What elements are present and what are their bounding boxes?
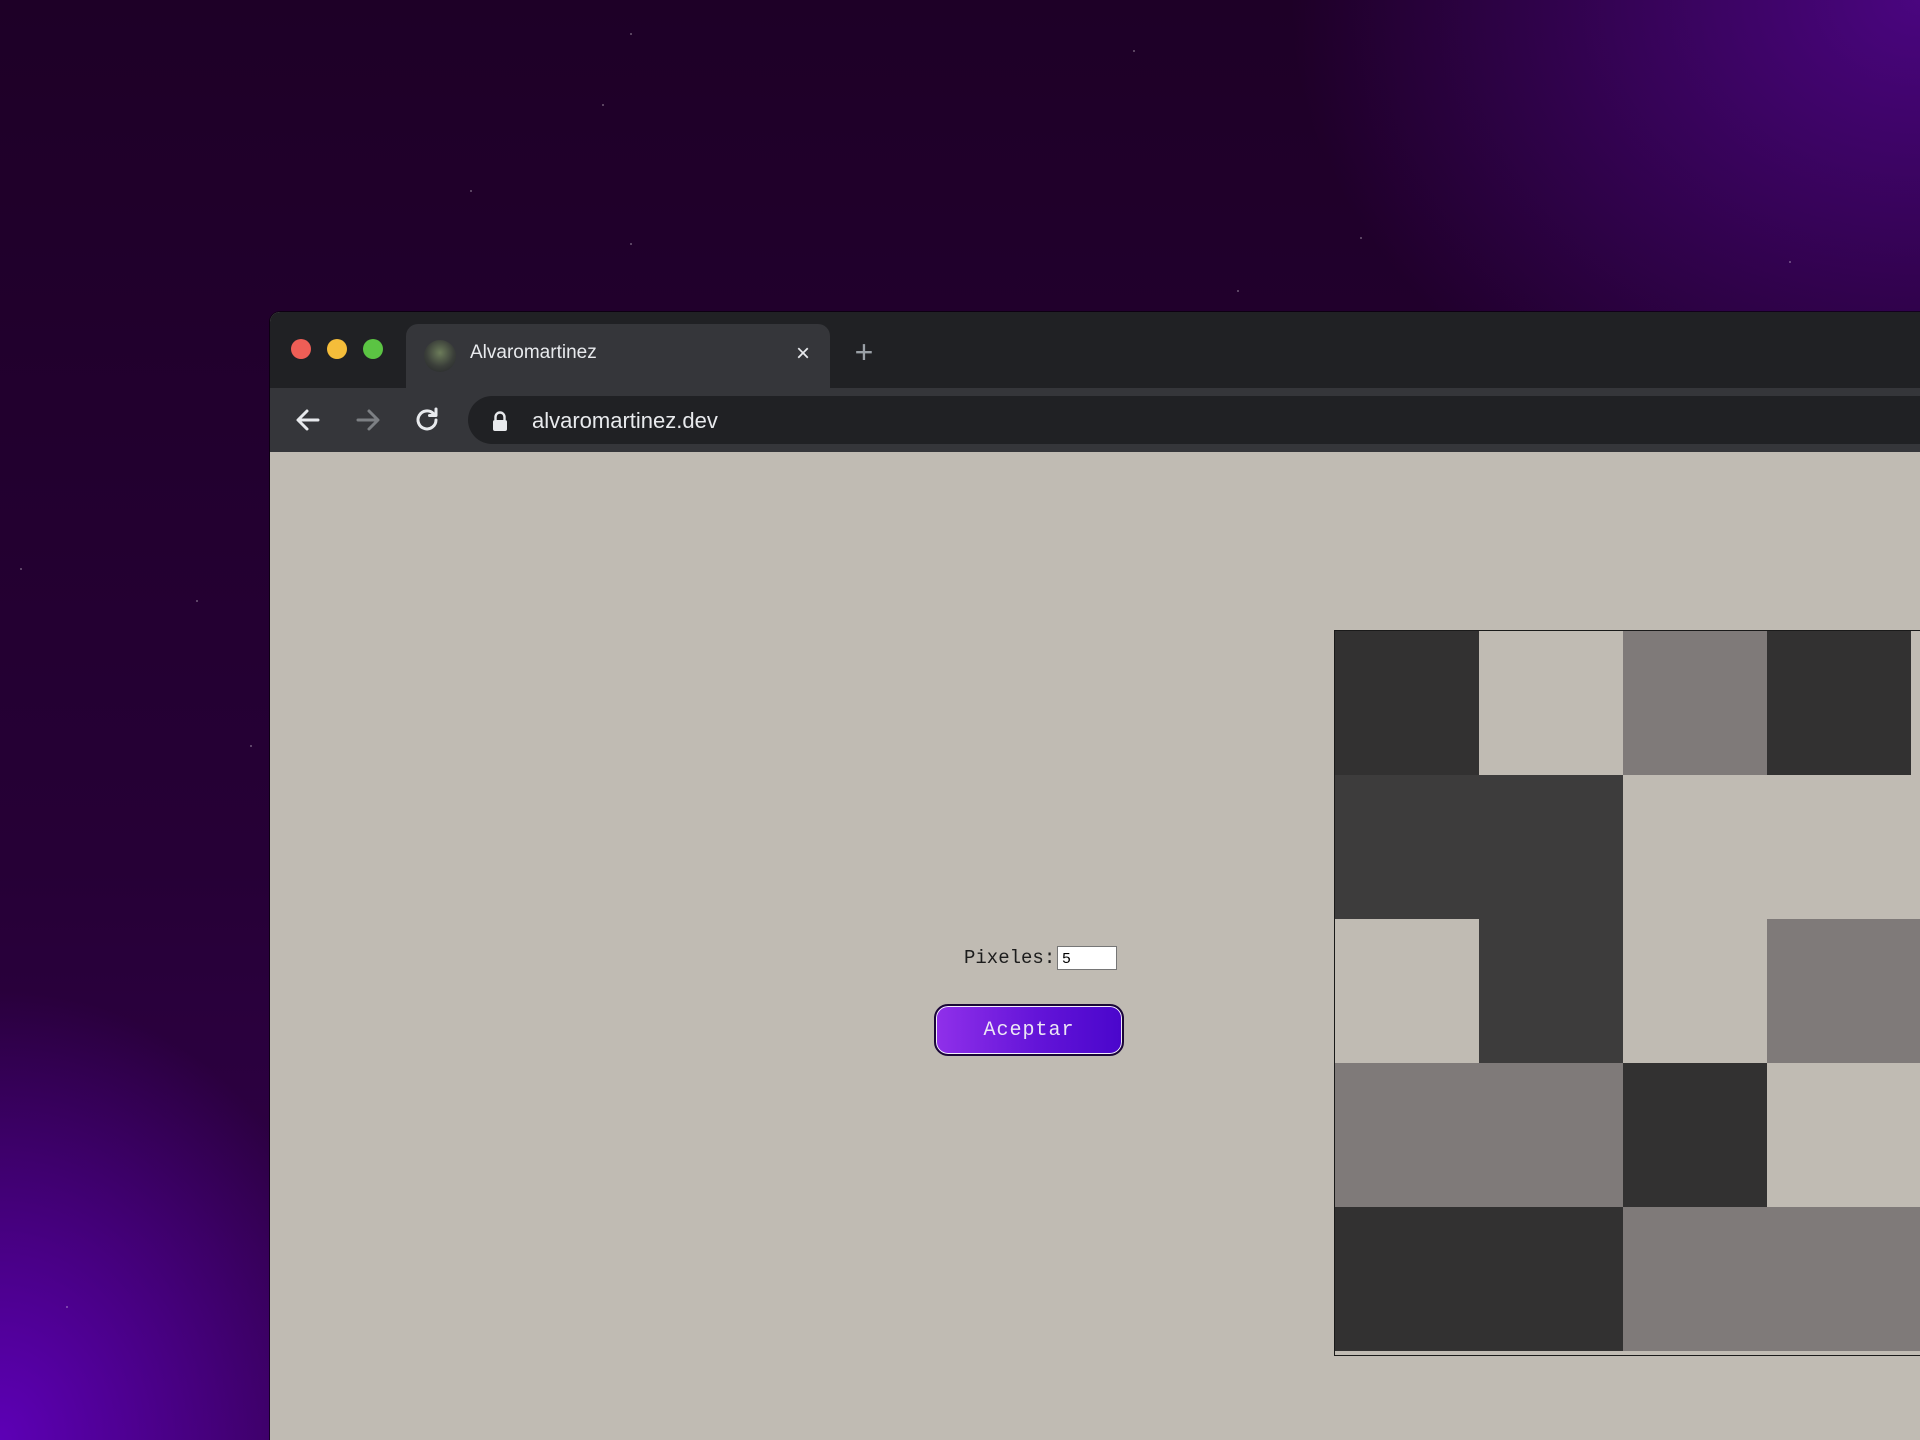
pixel-cell[interactable] xyxy=(1479,631,1623,775)
forward-arrow-icon[interactable] xyxy=(348,400,388,440)
pixels-input[interactable] xyxy=(1057,946,1118,970)
pixel-cell[interactable] xyxy=(1479,775,1623,919)
pixel-cell[interactable] xyxy=(1479,1207,1623,1351)
close-window-button[interactable] xyxy=(291,339,311,359)
pixel-cell[interactable] xyxy=(1335,631,1479,775)
new-tab-button[interactable]: + xyxy=(844,332,884,372)
browser-titlebar: Alvaromartinez × + xyxy=(270,312,1920,388)
pixel-canvas[interactable] xyxy=(1334,630,1920,1356)
maximize-window-button[interactable] xyxy=(363,339,383,359)
pixel-cell[interactable] xyxy=(1623,775,1767,919)
pixel-cell[interactable] xyxy=(1911,631,1920,775)
address-url[interactable]: alvaromartinez.dev xyxy=(532,408,718,434)
minimize-window-button[interactable] xyxy=(327,339,347,359)
pixels-label: Pixeles: xyxy=(964,947,1056,969)
pixel-cell[interactable] xyxy=(1911,1207,1920,1351)
tab-title: Alvaromartinez xyxy=(470,342,597,363)
pixel-cell[interactable] xyxy=(1767,1207,1911,1351)
avatar-icon xyxy=(424,340,456,372)
page-content: Pixeles: Aceptar xyxy=(270,452,1920,1440)
pixel-cell[interactable] xyxy=(1623,919,1767,1063)
reload-icon[interactable] xyxy=(407,400,447,440)
pixel-cell[interactable] xyxy=(1767,919,1911,1063)
pixel-cell[interactable] xyxy=(1911,1063,1920,1207)
pixel-cell[interactable] xyxy=(1623,1207,1767,1351)
pixel-cell[interactable] xyxy=(1335,1207,1479,1351)
pixel-cell[interactable] xyxy=(1479,919,1623,1063)
back-arrow-icon[interactable] xyxy=(288,400,328,440)
pixel-cell[interactable] xyxy=(1623,631,1767,775)
pixel-cell[interactable] xyxy=(1479,1063,1623,1207)
browser-window: Alvaromartinez × + alvaromartinez.dev Pi… xyxy=(270,312,1920,1440)
browser-toolbar: alvaromartinez.dev xyxy=(270,388,1920,452)
pixel-cell[interactable] xyxy=(1767,631,1911,775)
pixels-field-row: Pixeles: xyxy=(964,946,1118,970)
pixel-cell[interactable] xyxy=(1767,775,1911,919)
pixel-cell[interactable] xyxy=(1335,919,1479,1063)
pixel-cell[interactable] xyxy=(1911,919,1920,1063)
lock-icon xyxy=(490,410,510,432)
pixel-cell[interactable] xyxy=(1623,1063,1767,1207)
pixel-cell[interactable] xyxy=(1767,1063,1911,1207)
pixel-cell[interactable] xyxy=(1911,775,1920,919)
pixel-cell[interactable] xyxy=(1335,1063,1479,1207)
accept-button[interactable]: Aceptar xyxy=(934,1004,1124,1056)
pixel-cell[interactable] xyxy=(1335,775,1479,919)
address-bar[interactable]: alvaromartinez.dev xyxy=(468,396,1920,444)
tab-close-icon[interactable]: × xyxy=(788,339,818,369)
browser-tab[interactable]: Alvaromartinez × xyxy=(406,324,830,388)
